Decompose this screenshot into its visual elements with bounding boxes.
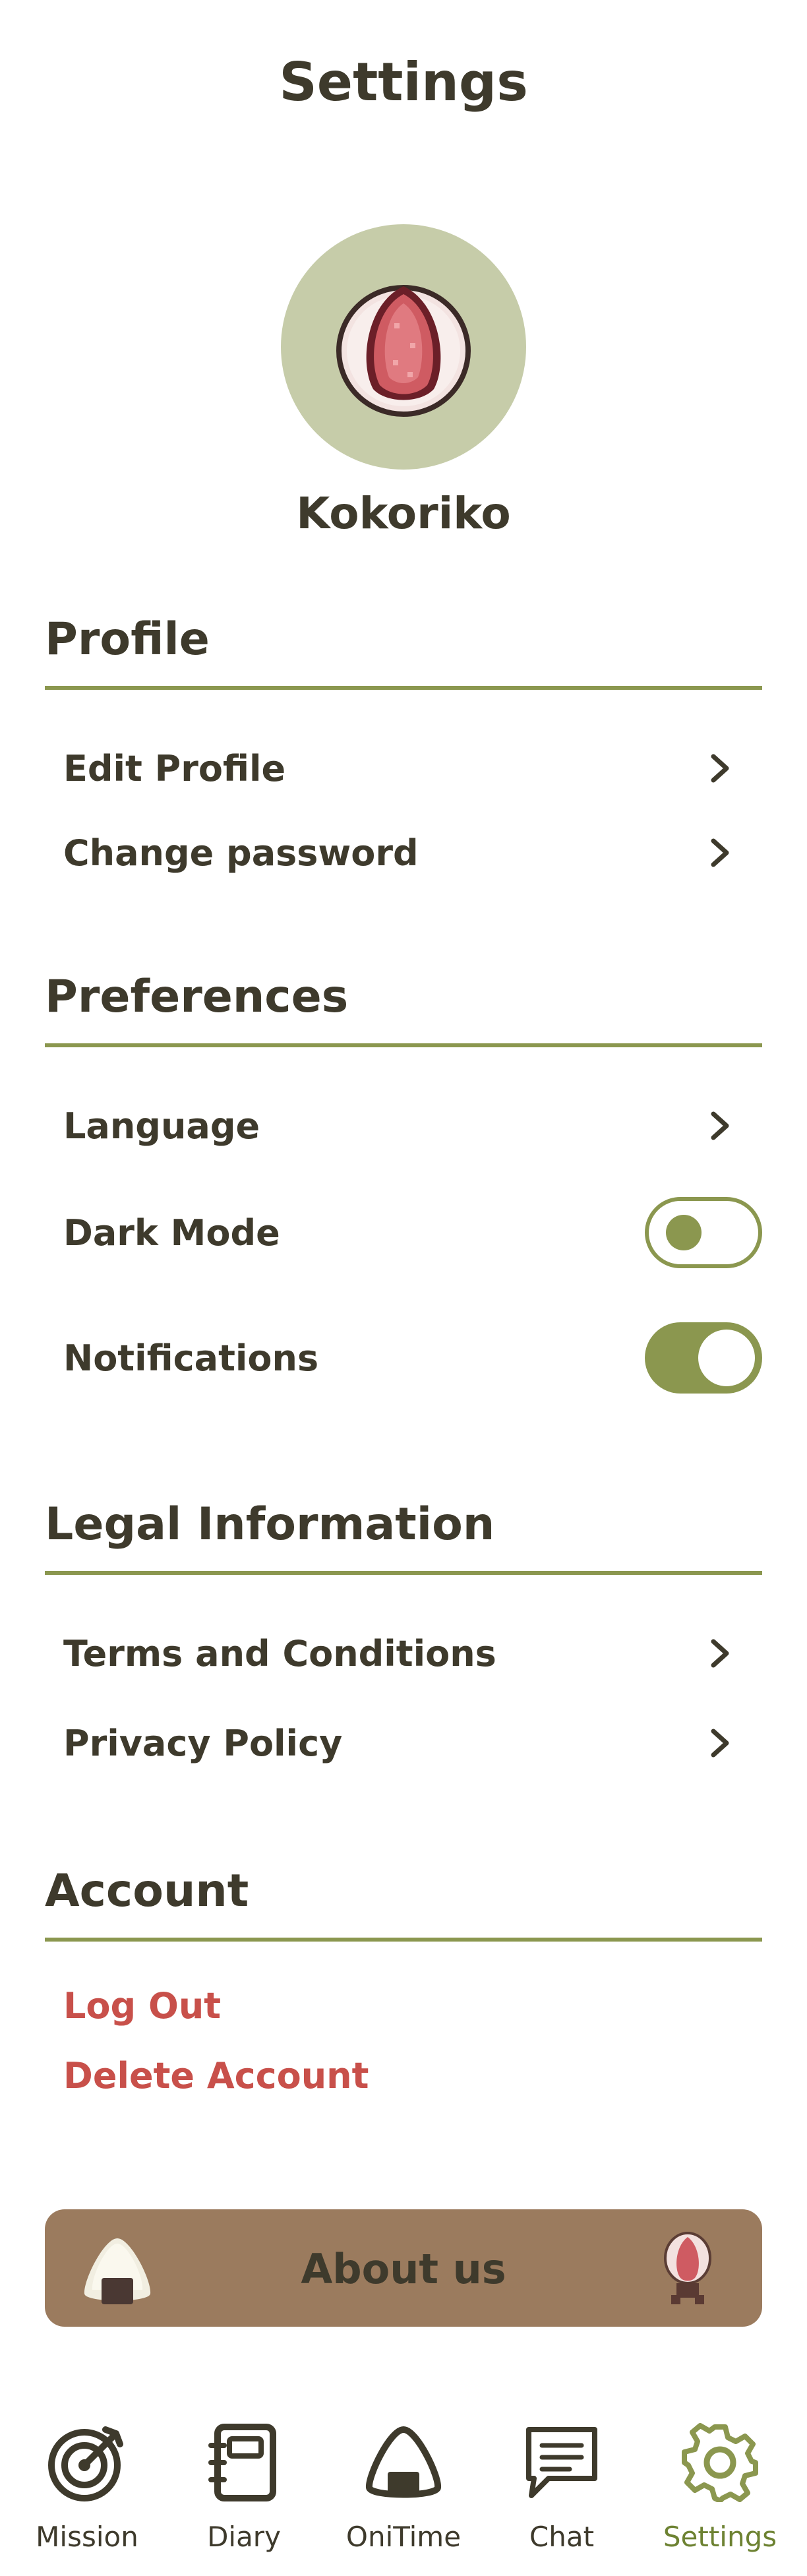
nav-item-onitime[interactable]: OniTime (331, 2407, 476, 2576)
chevron-right-icon (698, 1630, 744, 1676)
edit-profile-row[interactable]: Edit Profile (45, 732, 762, 805)
onigiri-icon (366, 2426, 441, 2498)
section-title-account: Account (45, 1865, 249, 1917)
chevron-right-icon (698, 745, 744, 791)
row-label: Edit Profile (63, 747, 286, 789)
nav-item-mission[interactable]: Mission (15, 2407, 160, 2576)
language-row[interactable]: Language (45, 1089, 762, 1162)
nav-item-settings[interactable]: Settings (647, 2407, 792, 2576)
section-title-profile: Profile (45, 613, 210, 665)
chevron-right-icon (698, 1720, 744, 1766)
divider (45, 1043, 762, 1047)
row-label: Dark Mode (63, 1211, 280, 1254)
notifications-row: Notifications (45, 1322, 762, 1394)
about-us-button[interactable]: About us (45, 2209, 762, 2327)
dark-mode-toggle[interactable] (645, 1197, 762, 1268)
nav-label: Chat (529, 2521, 595, 2553)
bottom-nav: Mission Diary OniTime Chat Settings (0, 2407, 807, 2576)
divider (45, 1571, 762, 1575)
toggle-knob (698, 1330, 755, 1386)
terms-row[interactable]: Terms and Conditions (45, 1617, 762, 1690)
notebook-icon (208, 2424, 276, 2501)
row-label: Terms and Conditions (63, 1632, 496, 1674)
nav-item-chat[interactable]: Chat (489, 2407, 634, 2576)
gear-icon (682, 2423, 758, 2502)
avatar[interactable] (281, 224, 526, 470)
nav-label: Diary (207, 2521, 281, 2553)
nav-item-diary[interactable]: Diary (171, 2407, 316, 2576)
chat-bubble-icon (526, 2427, 597, 2498)
row-label: Change password (63, 832, 419, 874)
log-out-button[interactable]: Log Out (63, 1985, 221, 2027)
change-password-row[interactable]: Change password (45, 816, 762, 889)
nav-label: OniTime (345, 2521, 462, 2553)
section-title-legal: Legal Information (45, 1498, 495, 1550)
section-title-preferences: Preferences (45, 971, 349, 1023)
chevron-right-icon (698, 1103, 744, 1149)
username: Kokoriko (296, 488, 511, 539)
delete-account-button[interactable]: Delete Account (63, 2055, 369, 2097)
row-label: Privacy Policy (63, 1722, 343, 1764)
strawberry-daifuku-icon (336, 285, 471, 417)
row-label: Notifications (63, 1337, 319, 1379)
divider (45, 686, 762, 690)
chevron-right-icon (698, 830, 744, 876)
notifications-toggle[interactable] (645, 1322, 762, 1394)
row-label: Language (63, 1105, 260, 1147)
dark-mode-row: Dark Mode (45, 1196, 762, 1269)
nav-label: Settings (663, 2521, 777, 2553)
page-title: Settings (279, 51, 528, 113)
toggle-knob (666, 1215, 702, 1250)
privacy-policy-row[interactable]: Privacy Policy (45, 1707, 762, 1779)
nav-label: Mission (36, 2521, 138, 2553)
divider (45, 1938, 762, 1942)
about-us-label: About us (301, 2245, 506, 2293)
target-icon (48, 2426, 123, 2501)
strawberry-mochi-icon (664, 2232, 711, 2304)
